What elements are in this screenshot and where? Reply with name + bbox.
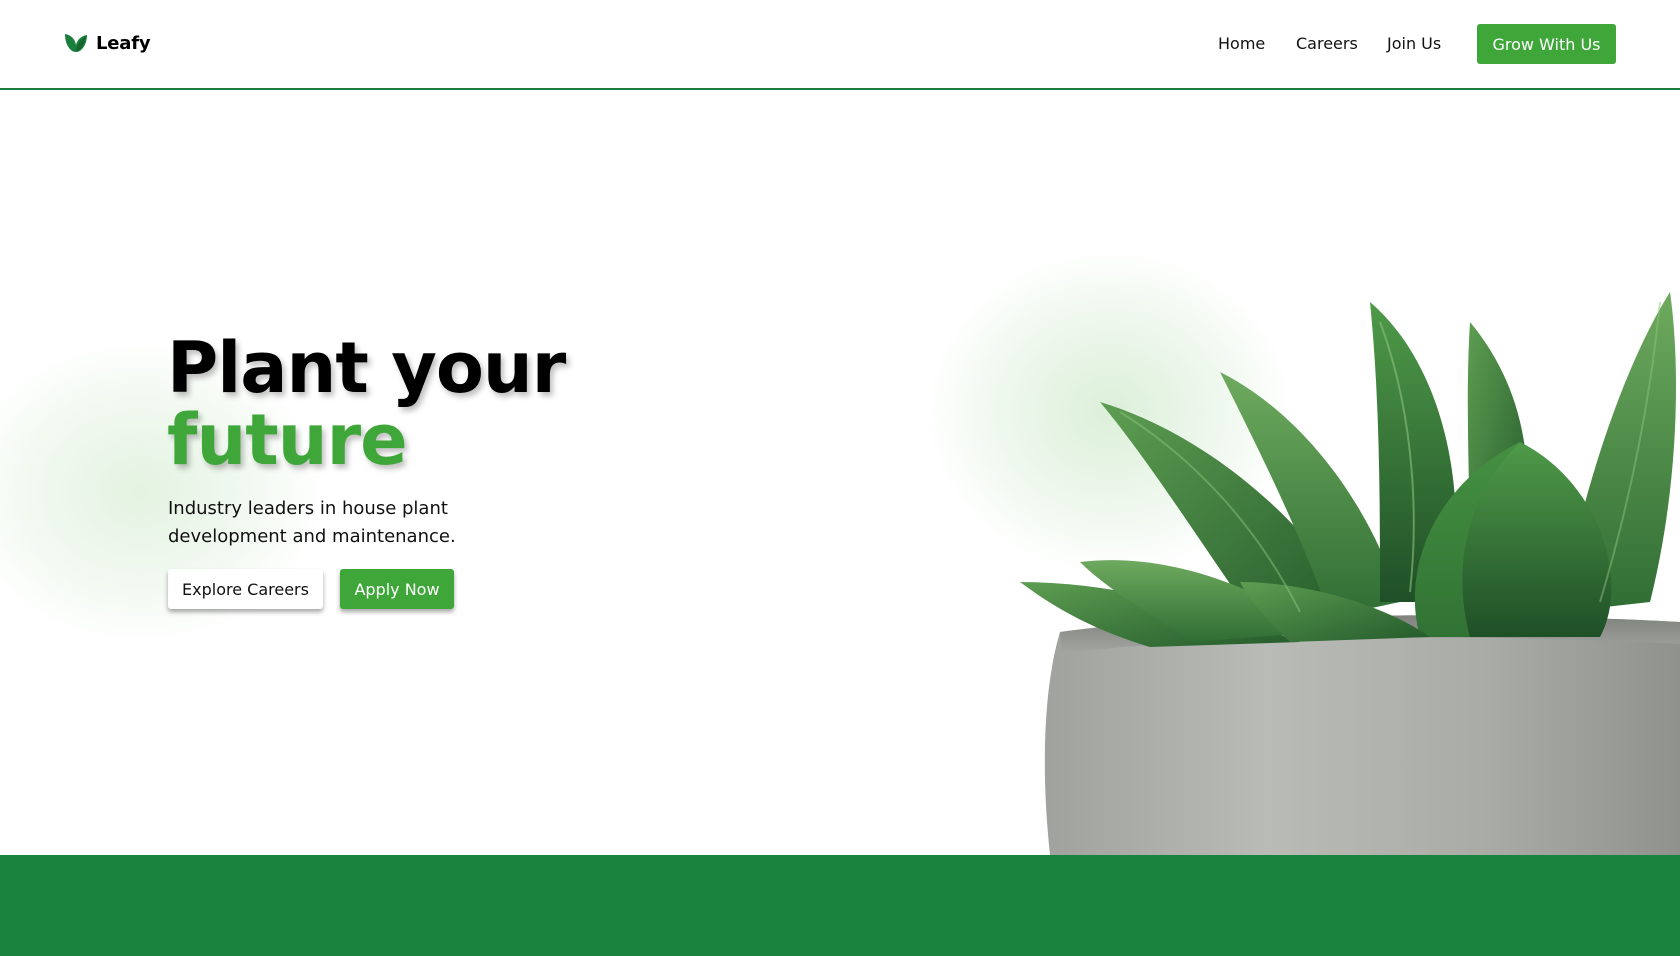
explore-careers-button[interactable]: Explore Careers <box>168 569 323 609</box>
hero-section: Plant your future Industry leaders in ho… <box>0 92 1680 855</box>
succulent-plant-image <box>1020 292 1680 855</box>
footer-band <box>0 855 1680 956</box>
hero-subtitle: Industry leaders in house plant developm… <box>168 498 456 547</box>
nav-link-home[interactable]: Home <box>1218 34 1265 53</box>
hero-title: Plant your future <box>167 327 566 481</box>
grow-with-us-button[interactable]: Grow With Us <box>1477 24 1616 64</box>
brand-name: Leafy <box>96 32 151 54</box>
brand[interactable]: Leafy <box>64 31 151 55</box>
leaf-icon <box>65 34 87 52</box>
apply-now-button[interactable]: Apply Now <box>340 569 454 609</box>
nav-link-join-us[interactable]: Join Us <box>1387 34 1441 53</box>
top-navigation: Leafy Home Careers Join Us Grow With Us <box>0 0 1680 90</box>
nav-link-careers[interactable]: Careers <box>1296 34 1358 53</box>
hero-title-line2: future <box>167 399 408 481</box>
hero-title-line1: Plant your <box>167 327 566 409</box>
